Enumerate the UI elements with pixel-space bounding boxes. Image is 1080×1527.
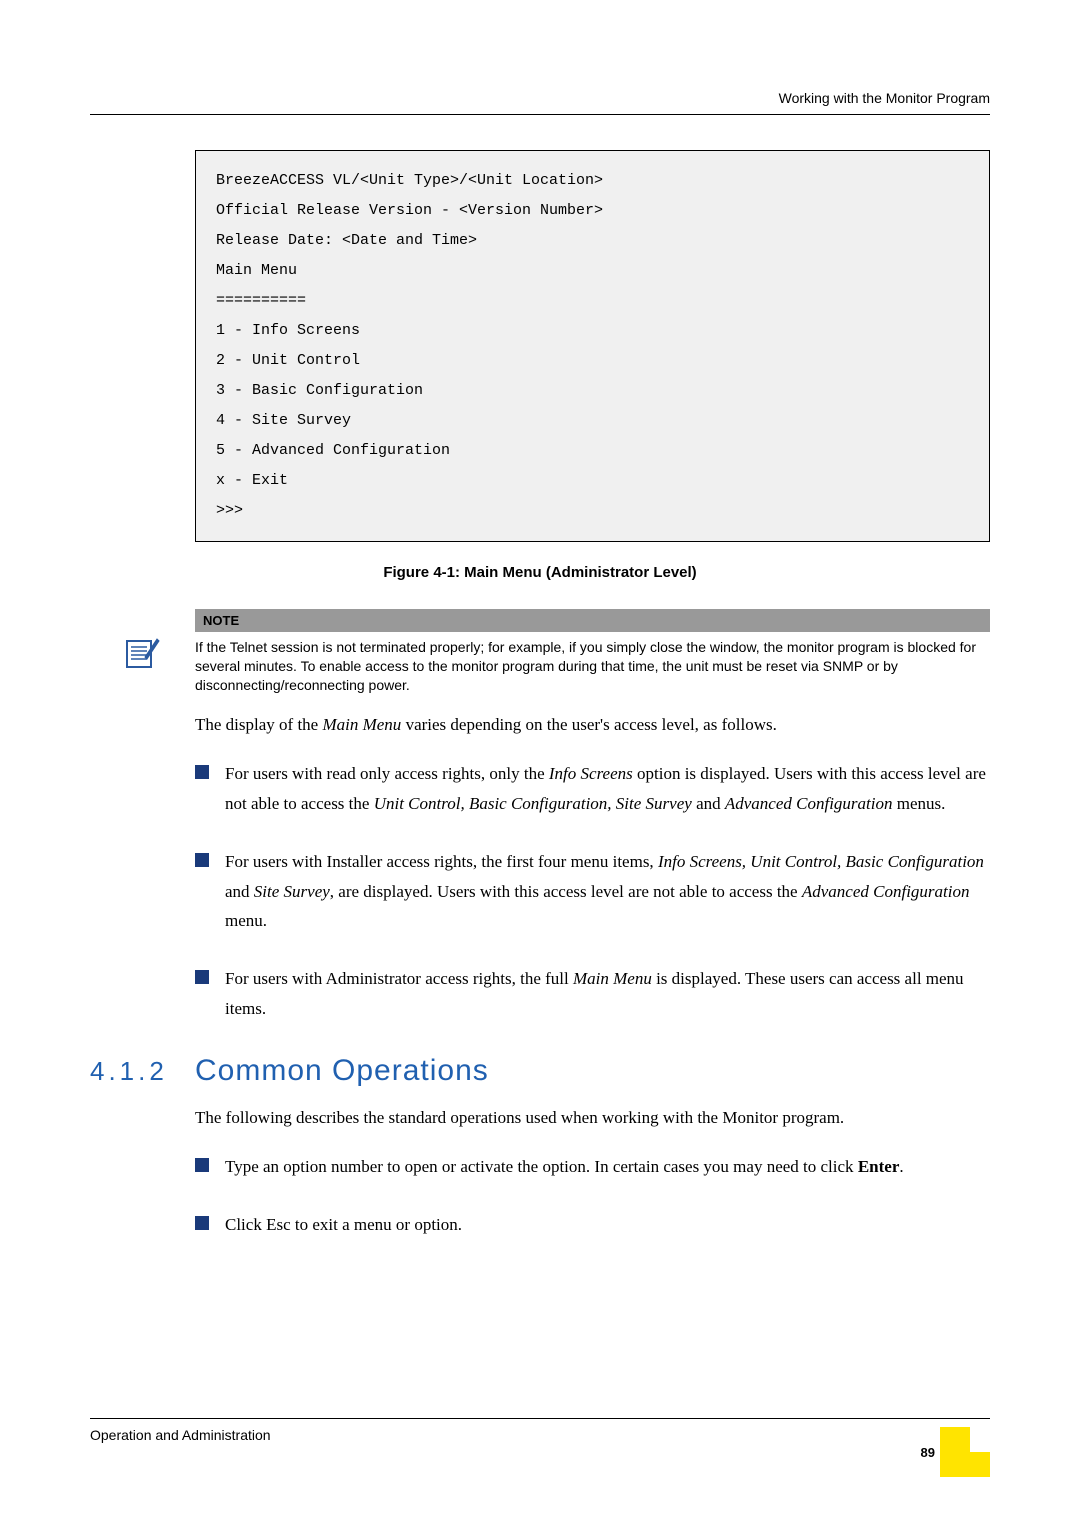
italic-text: Unit Control, Basic Configuration, Site … [374, 794, 692, 813]
code-line: >>> [216, 496, 969, 526]
footer-right: 89 [930, 1427, 990, 1477]
text: The display of the [195, 715, 322, 734]
code-line: 3 - Basic Configuration [216, 376, 969, 406]
note-label: NOTE [195, 609, 990, 632]
text: Click Esc to exit a menu or option. [225, 1215, 462, 1234]
bullet-icon [195, 970, 209, 984]
italic-text: Info Screens, Unit Control, Basic Config… [658, 852, 984, 871]
section-heading: 4.1.2 Common Operations [90, 1054, 990, 1088]
white-overlay [970, 1427, 990, 1452]
bullet-icon [195, 1216, 209, 1230]
text: and [692, 794, 725, 813]
page-footer: Operation and Administration 89 [90, 1418, 990, 1477]
list-item: Type an option number to open or activat… [195, 1152, 990, 1182]
figure-caption: Figure 4-1: Main Menu (Administrator Lev… [90, 564, 990, 581]
note-body: If the Telnet session is not terminated … [195, 632, 990, 695]
section-number: 4.1.2 [90, 1056, 195, 1087]
code-line: Release Date: <Date and Time> [216, 226, 969, 256]
code-line: 5 - Advanced Configuration [216, 436, 969, 466]
italic-text: Advanced Configuration [802, 882, 970, 901]
note-icon [125, 637, 161, 669]
footer-content: Operation and Administration 89 [90, 1418, 990, 1477]
bold-text: Enter [858, 1157, 900, 1176]
code-line: Main Menu [216, 256, 969, 286]
text: For users with read only access rights, … [225, 764, 549, 783]
bullet-list: Type an option number to open or activat… [195, 1152, 990, 1240]
code-line: BreezeACCESS VL/<Unit Type>/<Unit Locati… [216, 166, 969, 196]
text: and [225, 882, 254, 901]
code-line: 1 - Info Screens [216, 316, 969, 346]
page-header: Working with the Monitor Program [90, 90, 990, 115]
text: Type an option number to open or activat… [225, 1157, 858, 1176]
footer-left-text: Operation and Administration [90, 1427, 271, 1443]
list-item: Click Esc to exit a menu or option. [195, 1210, 990, 1240]
italic-text: Advanced Configuration [725, 794, 893, 813]
code-line: 4 - Site Survey [216, 406, 969, 436]
code-line: ========== [216, 286, 969, 316]
text: menu. [225, 911, 267, 930]
list-item: For users with read only access rights, … [195, 759, 990, 819]
text: menus. [892, 794, 945, 813]
bullet-icon [195, 765, 209, 779]
paragraph: The display of the Main Menu varies depe… [195, 710, 990, 740]
page-number: 89 [921, 1445, 935, 1460]
text: , are displayed. Users with this access … [330, 882, 802, 901]
bullet-icon [195, 1158, 209, 1172]
italic-text: Site Survey [254, 882, 330, 901]
italic-text: Main Menu [573, 969, 652, 988]
text: varies depending on the user's access le… [401, 715, 777, 734]
code-line: x - Exit [216, 466, 969, 496]
italic-text: Main Menu [322, 715, 401, 734]
list-item: For users with Installer access rights, … [195, 847, 990, 936]
note-block: NOTE If the Telnet session is not termin… [195, 609, 990, 695]
code-line: Official Release Version - <Version Numb… [216, 196, 969, 226]
italic-text: Info Screens [549, 764, 633, 783]
section-title: Common Operations [195, 1054, 489, 1088]
paragraph: The following describes the standard ope… [195, 1103, 990, 1133]
bullet-icon [195, 853, 209, 867]
list-item: For users with Administrator access righ… [195, 964, 990, 1024]
code-block: BreezeACCESS VL/<Unit Type>/<Unit Locati… [195, 150, 990, 542]
text: . [899, 1157, 903, 1176]
text: For users with Administrator access righ… [225, 969, 573, 988]
text: For users with Installer access rights, … [225, 852, 658, 871]
code-line: 2 - Unit Control [216, 346, 969, 376]
bullet-list: For users with read only access rights, … [195, 759, 990, 1023]
header-text: Working with the Monitor Program [779, 90, 990, 106]
